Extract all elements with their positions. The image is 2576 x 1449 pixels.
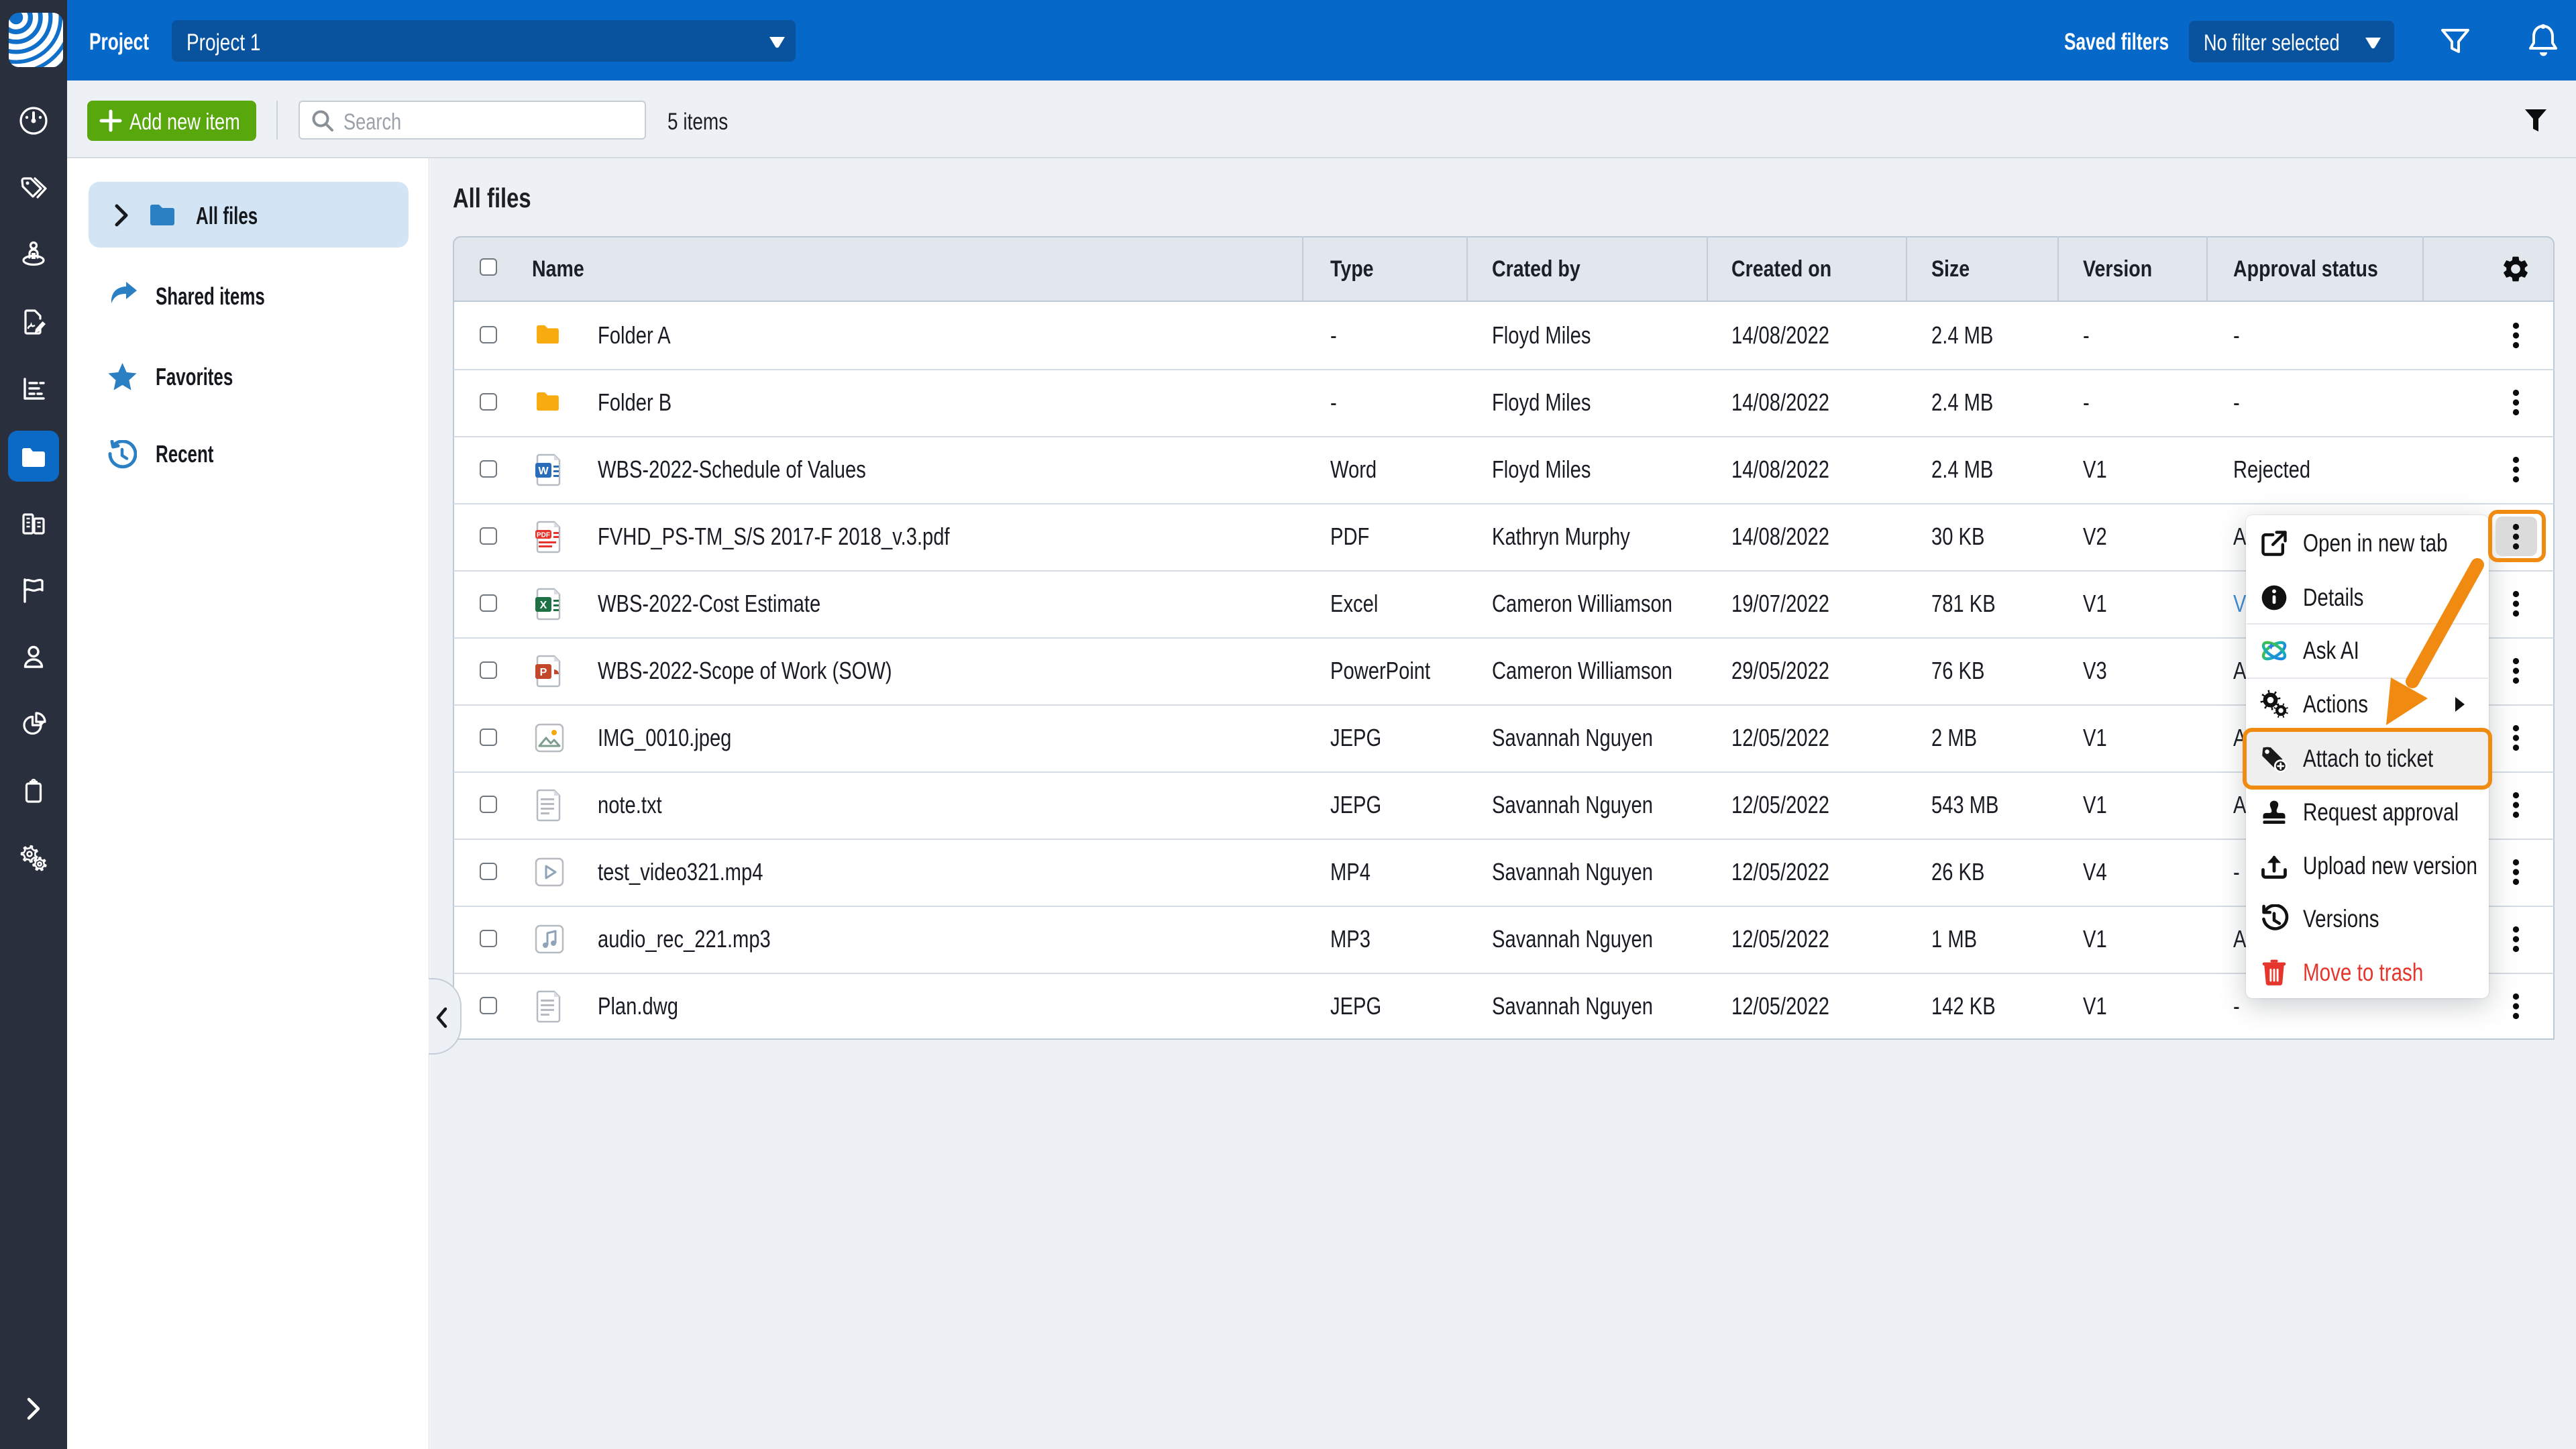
svg-text:P: P (540, 667, 547, 678)
svg-text:W: W (538, 466, 549, 477)
svg-text:PDF: PDF (537, 532, 550, 539)
svg-text:X: X (540, 600, 547, 611)
